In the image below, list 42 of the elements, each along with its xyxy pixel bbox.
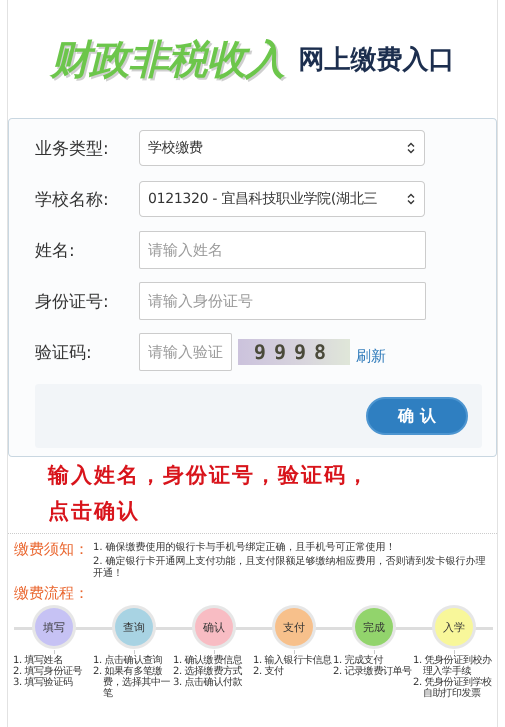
- step-text: 1. 输入银行卡信息: [253, 655, 333, 666]
- select-field[interactable]: 0121320 - 宜昌科技职业学院(湖北三: [139, 181, 425, 217]
- input-field[interactable]: 请输入姓名: [139, 231, 426, 269]
- notice-text: 1. 确保缴费使用的银行卡与手机号绑定正确，且手机号可正常使用！: [93, 542, 397, 554]
- field-label: 学校名称:: [35, 188, 110, 210]
- captcha-field[interactable]: 请输入验证: [139, 333, 232, 371]
- instruction-text: 输入姓名，身份证号，验证码，点击确认: [48, 461, 371, 525]
- step-text: 2. 如果有多笔缴费，选择其中一笔: [93, 666, 172, 699]
- confirm-button[interactable]: 确 认: [366, 397, 468, 435]
- field-label: 验证码:: [35, 342, 93, 364]
- step-text: 3. 点击确认付款: [173, 677, 244, 688]
- step-circle: 完成: [355, 608, 393, 646]
- section-title: 缴费须知：: [14, 540, 89, 559]
- captcha-code: 9998: [238, 339, 350, 365]
- logo-text: 财政非税收入: [50, 36, 284, 84]
- step-circle: 入学: [435, 608, 473, 646]
- step-text: 1. 点击确认查询: [93, 655, 164, 666]
- notice-text: 2. 确定银行卡开通网上支付功能，且支付限额足够缴纳相应费用，否则请到发卡银行办理开通！: [93, 556, 487, 580]
- step-circle: 支付: [275, 608, 313, 646]
- input-field[interactable]: 请输入身份证号: [139, 282, 426, 320]
- section-title: 缴费流程：: [14, 584, 90, 603]
- step-text: 2. 支付: [253, 666, 285, 677]
- field-label: 业务类型:: [35, 138, 110, 160]
- refresh-link[interactable]: 刷新: [356, 346, 386, 366]
- field-label: 姓名:: [35, 240, 76, 262]
- step-circle: 查询: [115, 608, 153, 646]
- select-field[interactable]: 学校缴费: [139, 130, 425, 166]
- step-text: 1. 确认缴费信息: [173, 655, 244, 666]
- chevron-icon: [406, 141, 416, 155]
- header-subtitle: 网上缴费入口: [298, 44, 454, 76]
- step-text: 1. 凭身份证到校办理入学手续: [413, 655, 493, 677]
- step-circle: 确认: [195, 608, 233, 646]
- step-text: 2. 记录缴费订单号: [333, 666, 413, 677]
- step-circle: 填写: [35, 608, 73, 646]
- step-text: 2. 选择缴费方式: [173, 666, 244, 677]
- field-label: 身份证号:: [35, 290, 110, 312]
- step-text: 2. 填写身份证号: [13, 666, 84, 677]
- chevron-icon: [406, 192, 416, 206]
- step-text: 3. 填写验证码: [13, 677, 74, 688]
- step-text: 2. 凭身份证到学校自助打印发票: [413, 677, 493, 699]
- step-text: 1. 完成支付: [333, 655, 384, 666]
- step-text: 1. 填写姓名: [13, 655, 64, 666]
